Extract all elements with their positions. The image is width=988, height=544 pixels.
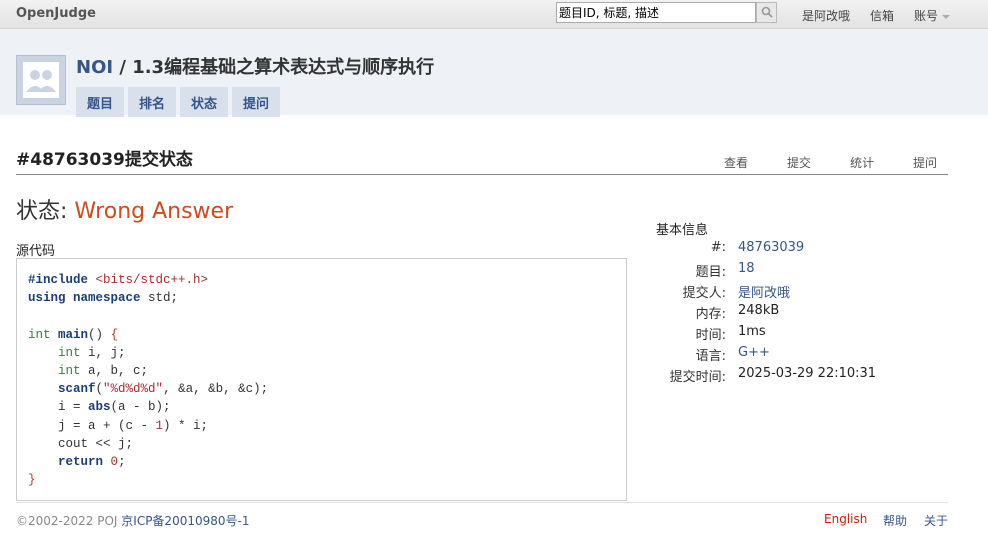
top-bar: OpenJudge 是阿改哦 信箱 账号 xyxy=(0,0,988,29)
info-row-id: #: 48763039 xyxy=(656,240,956,261)
group-link[interactable]: NOI xyxy=(76,57,113,78)
time-value: 1ms xyxy=(738,324,766,339)
group-header: NOI / 1.3编程基础之算术表达式与顺序执行 题目 排名 状态 提问 xyxy=(0,29,988,117)
info-row-memory: 内存: 248kB xyxy=(656,303,956,324)
course-title[interactable]: 1.3编程基础之算术表达式与顺序执行 xyxy=(132,57,434,78)
tab-status[interactable]: 状态 xyxy=(180,87,229,117)
source-code-box[interactable]: #include <bits/stdc++.h> using namespace… xyxy=(16,258,627,501)
tab-questions[interactable]: 提问 xyxy=(232,87,281,117)
tab-ranking[interactable]: 排名 xyxy=(128,87,177,117)
mailbox-link[interactable]: 信箱 xyxy=(870,7,894,24)
chevron-down-icon xyxy=(942,14,951,19)
info-key: 提交时间: xyxy=(669,370,726,385)
english-link[interactable]: English xyxy=(824,512,867,526)
footer-divider xyxy=(16,502,948,503)
submitter-link[interactable]: 是阿改哦 xyxy=(738,282,790,301)
info-key: 题目: xyxy=(695,265,726,280)
action-ask[interactable]: 提问 xyxy=(913,154,937,171)
submit-time-value: 2025-03-29 22:10:31 xyxy=(738,366,877,381)
info-key: 提交人: xyxy=(682,286,726,301)
title-separator: / xyxy=(113,57,133,78)
search-icon xyxy=(761,6,773,18)
info-row-problem: 题目: 18 xyxy=(656,261,956,282)
action-view[interactable]: 查看 xyxy=(724,154,748,171)
info-key: 内存: xyxy=(695,307,726,322)
group-nav: 题目 排名 状态 提问 xyxy=(76,87,284,117)
source-label: 源代码 xyxy=(16,244,56,259)
info-key: 语言: xyxy=(695,349,726,364)
group-avatar xyxy=(16,55,66,105)
title-divider xyxy=(16,174,948,175)
language-link[interactable]: G++ xyxy=(738,345,770,360)
info-key: #: xyxy=(710,240,726,255)
page-title: NOI / 1.3编程基础之算术表达式与顺序执行 xyxy=(76,53,434,79)
action-submit[interactable]: 提交 xyxy=(787,154,811,171)
action-stats[interactable]: 统计 xyxy=(850,154,874,171)
account-label: 账号 xyxy=(914,9,939,23)
info-key: 时间: xyxy=(695,328,726,343)
icp-link[interactable]: 京ICP备20010980号-1 xyxy=(121,514,249,528)
submission-title: #48763039提交状态 xyxy=(16,150,193,170)
info-row-language: 语言: G++ xyxy=(656,345,956,366)
status-line: 状态: Wrong Answer xyxy=(16,193,233,225)
user-link[interactable]: 是阿改哦 xyxy=(802,7,850,24)
problem-link[interactable]: 18 xyxy=(738,261,755,276)
submission-id-link[interactable]: 48763039 xyxy=(738,240,804,255)
source-code: #include <bits/stdc++.h> using namespace… xyxy=(28,273,269,488)
info-title: 基本信息 xyxy=(656,223,709,238)
search-input[interactable] xyxy=(556,2,756,23)
help-link[interactable]: 帮助 xyxy=(883,512,907,529)
search-button[interactable] xyxy=(756,2,777,23)
info-row-submit-time: 提交时间: 2025-03-29 22:10:31 xyxy=(656,366,956,387)
memory-value: 248kB xyxy=(738,303,780,318)
info-row-submitter: 提交人: 是阿改哦 xyxy=(656,282,956,303)
footer-copyright: ©2002-2022 POJ 京ICP备20010980号-1 xyxy=(16,512,249,529)
account-menu[interactable]: 账号 xyxy=(914,7,951,24)
about-link[interactable]: 关于 xyxy=(924,512,948,529)
user-avatar-icon xyxy=(23,62,59,98)
site-brand[interactable]: OpenJudge xyxy=(16,6,96,21)
status-label: 状态: xyxy=(16,199,75,224)
copyright-text: ©2002-2022 POJ xyxy=(16,514,118,528)
status-badge: Wrong Answer xyxy=(74,199,234,224)
info-row-time: 时间: 1ms xyxy=(656,324,956,345)
tab-problems[interactable]: 题目 xyxy=(76,87,125,117)
